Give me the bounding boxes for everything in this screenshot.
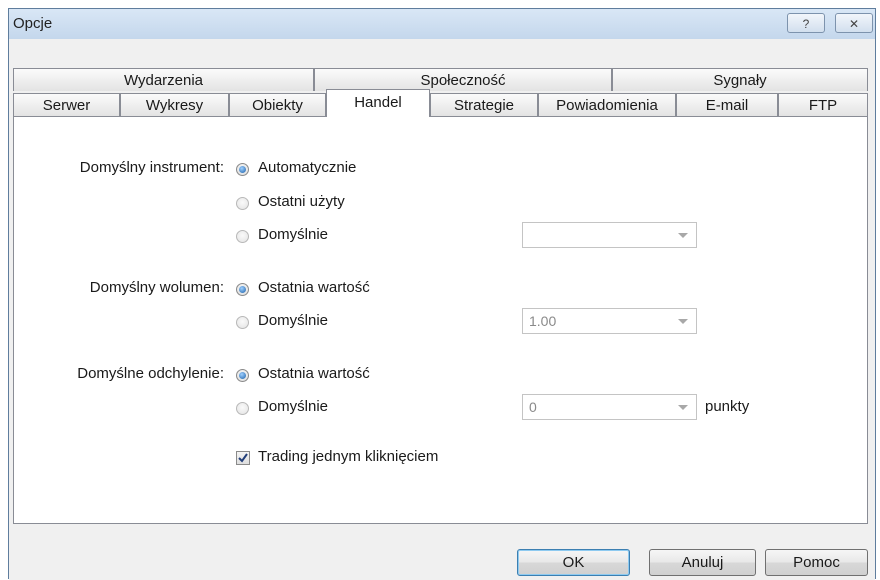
deviation-combo-value: 0 [529, 399, 537, 415]
deviation-unit-label: punkty [705, 398, 750, 415]
one-click-trading-label[interactable]: Trading jednym kliknięciem [258, 448, 438, 465]
one-click-trading-checkbox[interactable] [236, 451, 250, 465]
cancel-button[interactable]: Anuluj [649, 549, 756, 576]
tab-strategie[interactable]: Strategie [430, 93, 538, 116]
volume-combo-value: 1.00 [529, 313, 557, 329]
options-dialog: Opcje ? ✕ Wydarzenia Społeczność Sygnały… [8, 8, 876, 580]
tab-ftp[interactable]: FTP [778, 93, 868, 116]
tab-handel[interactable]: Handel [326, 89, 430, 117]
tab-spolecznosc[interactable]: Społeczność [314, 68, 612, 91]
radio-deviation-default-label[interactable]: Domyślnie [258, 398, 328, 415]
ok-button[interactable]: OK [517, 549, 630, 576]
title-bar: Opcje ? ✕ [9, 9, 875, 39]
radio-volume-default-label[interactable]: Domyślnie [258, 312, 328, 329]
radio-instrument-default[interactable] [236, 230, 249, 243]
radio-volume-last-value-label[interactable]: Ostatnia wartość [258, 279, 370, 296]
radio-instrument-last-used[interactable] [236, 197, 249, 210]
tab-serwer[interactable]: Serwer [13, 93, 120, 116]
radio-instrument-automatic-label[interactable]: Automatycznie [258, 159, 356, 176]
default-deviation-label: Domyślne odchylenie: [77, 365, 224, 382]
default-volume-label: Domyślny wolumen: [89, 279, 224, 296]
dialog-client-area: Wydarzenia Społeczność Sygnały Serwer Wy… [9, 39, 875, 580]
checkmark-icon [238, 453, 248, 463]
close-button[interactable]: ✕ [835, 13, 873, 33]
deviation-combo[interactable]: 0 [522, 394, 697, 420]
radio-deviation-last-value-label[interactable]: Ostatnia wartość [258, 365, 370, 382]
radio-volume-default[interactable] [236, 316, 249, 329]
help-titlebar-button[interactable]: ? [787, 13, 825, 33]
tab-sygnaly[interactable]: Sygnały [612, 68, 868, 91]
radio-instrument-last-used-label[interactable]: Ostatni użyty [258, 193, 345, 210]
chevron-down-icon [678, 319, 688, 324]
chevron-down-icon [678, 405, 688, 410]
instrument-combo[interactable] [522, 222, 697, 248]
chevron-down-icon [678, 233, 688, 238]
handel-tab-panel: Domyślny instrument: Automatycznie Ostat… [13, 116, 868, 524]
radio-deviation-last-value[interactable] [236, 369, 249, 382]
tab-wykresy[interactable]: Wykresy [120, 93, 229, 116]
tab-email[interactable]: E-mail [676, 93, 778, 116]
radio-deviation-default[interactable] [236, 402, 249, 415]
tab-obiekty[interactable]: Obiekty [229, 93, 326, 116]
volume-combo[interactable]: 1.00 [522, 308, 697, 334]
window-title: Opcje [13, 15, 53, 32]
radio-instrument-default-label[interactable]: Domyślnie [258, 226, 328, 243]
close-icon: ✕ [848, 17, 860, 31]
default-instrument-label: Domyślny instrument: [79, 159, 224, 176]
help-button[interactable]: Pomoc [765, 549, 868, 576]
radio-instrument-automatic[interactable] [236, 163, 249, 176]
tab-powiadomienia[interactable]: Powiadomienia [538, 93, 676, 116]
radio-volume-last-value[interactable] [236, 283, 249, 296]
tab-wydarzenia[interactable]: Wydarzenia [13, 68, 314, 91]
